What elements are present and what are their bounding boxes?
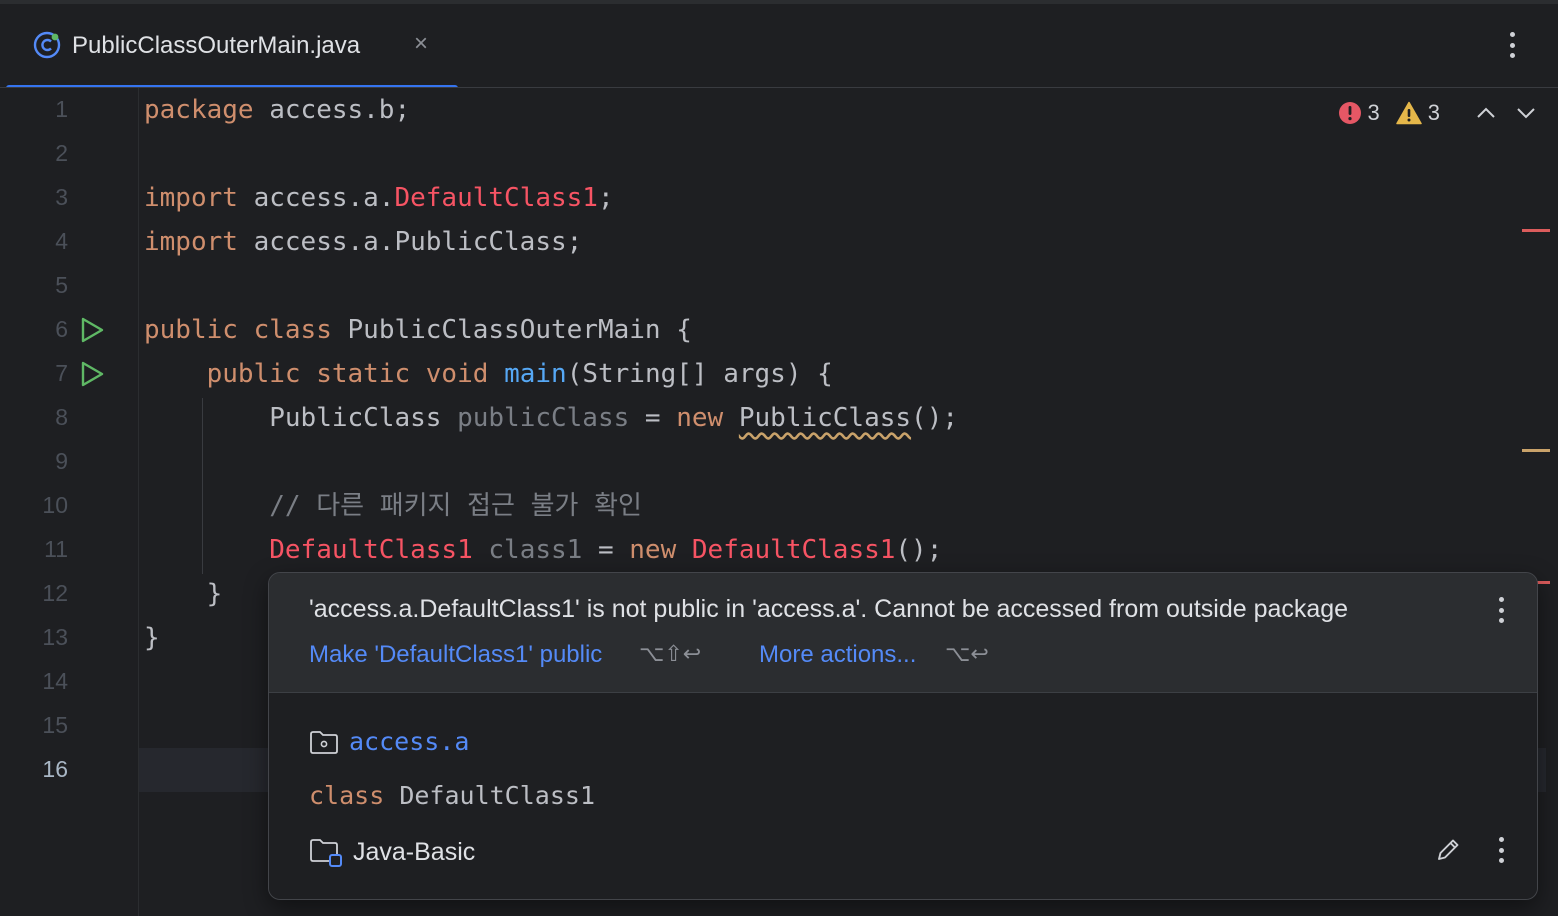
line-number: 11	[44, 536, 68, 562]
warning-stripe-mark[interactable]	[1522, 449, 1550, 452]
more-actions-shortcut: ⌥↩	[945, 641, 989, 666]
code-line-6: public class PublicClassOuterMain {	[144, 315, 692, 345]
module-folder-icon	[310, 839, 342, 867]
code-line-8: PublicClass publicClass = new PublicClas…	[269, 403, 959, 433]
inspection-widget[interactable]: 3 3	[1338, 98, 1537, 128]
tab-public-class-outer-main[interactable]: PublicClassOuterMain.java ×	[6, 4, 458, 91]
class-signature: class DefaultClass1	[309, 781, 595, 810]
unresolved-import-error: DefaultClass1	[394, 183, 598, 213]
make-class-public-action[interactable]: Make 'DefaultClass1' public	[309, 641, 602, 669]
fix-shortcut: ⌥⇧↩	[639, 641, 702, 666]
code-line-1: package access.b;	[144, 95, 411, 125]
line-number: 9	[55, 448, 68, 474]
documentation-options-menu-icon[interactable]	[1491, 837, 1511, 867]
line-number: 15	[42, 712, 68, 738]
previous-highlight-icon[interactable]	[1476, 106, 1496, 120]
code-line-11: DefaultClass1 class1 = new DefaultClass1…	[269, 535, 943, 565]
line-number: 4	[55, 228, 68, 254]
popup-options-menu-icon[interactable]	[1491, 597, 1511, 627]
line-number: 5	[55, 272, 68, 298]
error-icon	[1338, 102, 1361, 124]
popup-header: 'access.a.DefaultClass1' is not public i…	[269, 573, 1537, 693]
more-actions-link[interactable]: More actions...	[759, 641, 916, 669]
error-description-popup: 'access.a.DefaultClass1' is not public i…	[268, 572, 1538, 900]
error-count[interactable]: 3	[1338, 100, 1380, 126]
code-line-13: }	[144, 623, 160, 653]
line-number: 14	[42, 668, 68, 694]
code-line-10: // 다른 패키지 접근 불가 확인	[269, 491, 642, 521]
line-number-gutter: 1 2 3 4 5 6 7 8 9 10 11 12 13 14 15 16	[6, 88, 139, 916]
constructor-warning: PublicClass	[738, 403, 912, 433]
line-number: 6	[55, 316, 68, 342]
next-highlight-icon[interactable]	[1516, 106, 1536, 120]
inaccessible-class-error: DefaultClass1	[691, 535, 896, 565]
code-line-3: import access.a.DefaultClass1;	[144, 183, 614, 213]
error-stripe-mark[interactable]	[1522, 229, 1550, 232]
run-main-icon[interactable]	[78, 360, 106, 388]
package-link[interactable]: access.a	[309, 727, 469, 756]
line-number: 8	[55, 404, 68, 430]
tab-options-menu-icon[interactable]	[1500, 32, 1524, 66]
line-number: 3	[55, 184, 68, 210]
warning-count[interactable]: 3	[1396, 100, 1440, 126]
warning-icon	[1396, 101, 1422, 125]
editor-tab-bar: PublicClassOuterMain.java ×	[0, 0, 1558, 91]
code-line-4: import access.a.PublicClass;	[144, 227, 583, 257]
line-number-current: 16	[42, 756, 68, 782]
code-line-7: public static void main(String[] args) {	[206, 359, 833, 389]
line-number: 1	[55, 96, 68, 122]
line-number: 12	[42, 580, 68, 606]
line-number: 2	[55, 140, 68, 166]
line-number: 7	[55, 360, 68, 386]
line-number: 13	[42, 624, 68, 650]
documentation-section: access.a class DefaultClass1 Java-Basic	[269, 693, 1537, 899]
package-folder-icon	[310, 730, 338, 754]
line-number: 10	[42, 492, 68, 518]
java-class-icon	[33, 31, 61, 59]
error-message: 'access.a.DefaultClass1' is not public i…	[309, 595, 1349, 623]
code-line-12: }	[206, 579, 223, 609]
tab-title: PublicClassOuterMain.java	[72, 32, 361, 59]
edit-pencil-icon[interactable]	[1433, 835, 1463, 865]
run-class-icon[interactable]	[78, 316, 106, 344]
close-tab-icon[interactable]: ×	[414, 30, 428, 58]
module-label: Java-Basic	[309, 837, 475, 867]
